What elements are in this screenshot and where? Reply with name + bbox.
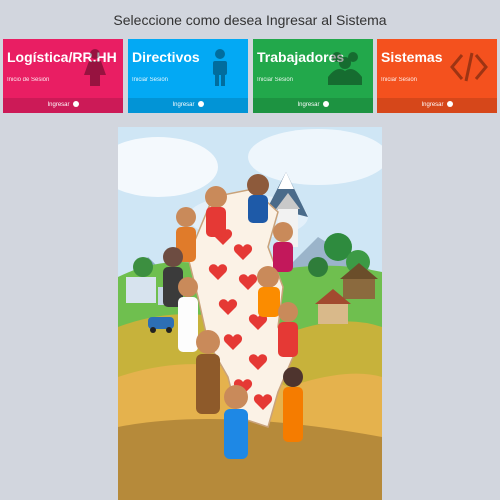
login-role-tiles: Logística/RR.HH Inicio de Sesión Ingresa… — [3, 39, 497, 113]
tile-title: Sistemas — [381, 49, 443, 65]
tile-enter-button[interactable]: Ingresar — [377, 98, 497, 113]
tile-subtitle: Iniciar Sesión — [257, 77, 294, 83]
arrow-circle-icon — [72, 101, 79, 107]
tile-subtitle: Iniciar Sesión — [381, 77, 418, 83]
arrow-circle-icon — [446, 101, 453, 107]
tile-subtitle: Iniciar Sesión — [132, 77, 169, 83]
tile-directivos[interactable]: Directivos Iniciar Sesión Ingresar — [128, 39, 248, 113]
illustration-image — [118, 127, 382, 500]
tile-enter-label: Ingresar — [421, 102, 444, 108]
tile-title: Directivos — [132, 49, 200, 65]
tile-logistica-rrhh[interactable]: Logística/RR.HH Inicio de Sesión Ingresa… — [3, 39, 123, 113]
person-icon — [213, 49, 227, 86]
tile-enter-button[interactable]: Ingresar — [253, 98, 373, 113]
tile-enter-label: Ingresar — [172, 102, 195, 108]
page-title: Seleccione como desea Ingresar al Sistem… — [113, 12, 387, 28]
arrow-circle-icon — [322, 101, 329, 107]
tile-enter-button[interactable]: Ingresar — [128, 98, 248, 113]
female-person-icon — [84, 49, 106, 86]
group-icon — [328, 52, 362, 85]
tile-enter-button[interactable]: Ingresar — [3, 98, 123, 113]
tile-enter-label: Ingresar — [47, 102, 70, 108]
tile-trabajadores[interactable]: Trabajadores Iniciar Sesión Ingresar — [253, 39, 373, 113]
tile-sistemas[interactable]: Sistemas Iniciar Sesión Ingresar — [377, 39, 497, 113]
code-icon — [450, 52, 488, 82]
illustration-children-peru-map — [118, 127, 382, 500]
tile-enter-label: Ingresar — [297, 102, 320, 108]
arrow-circle-icon — [197, 101, 204, 107]
tile-subtitle: Inicio de Sesión — [7, 77, 50, 83]
